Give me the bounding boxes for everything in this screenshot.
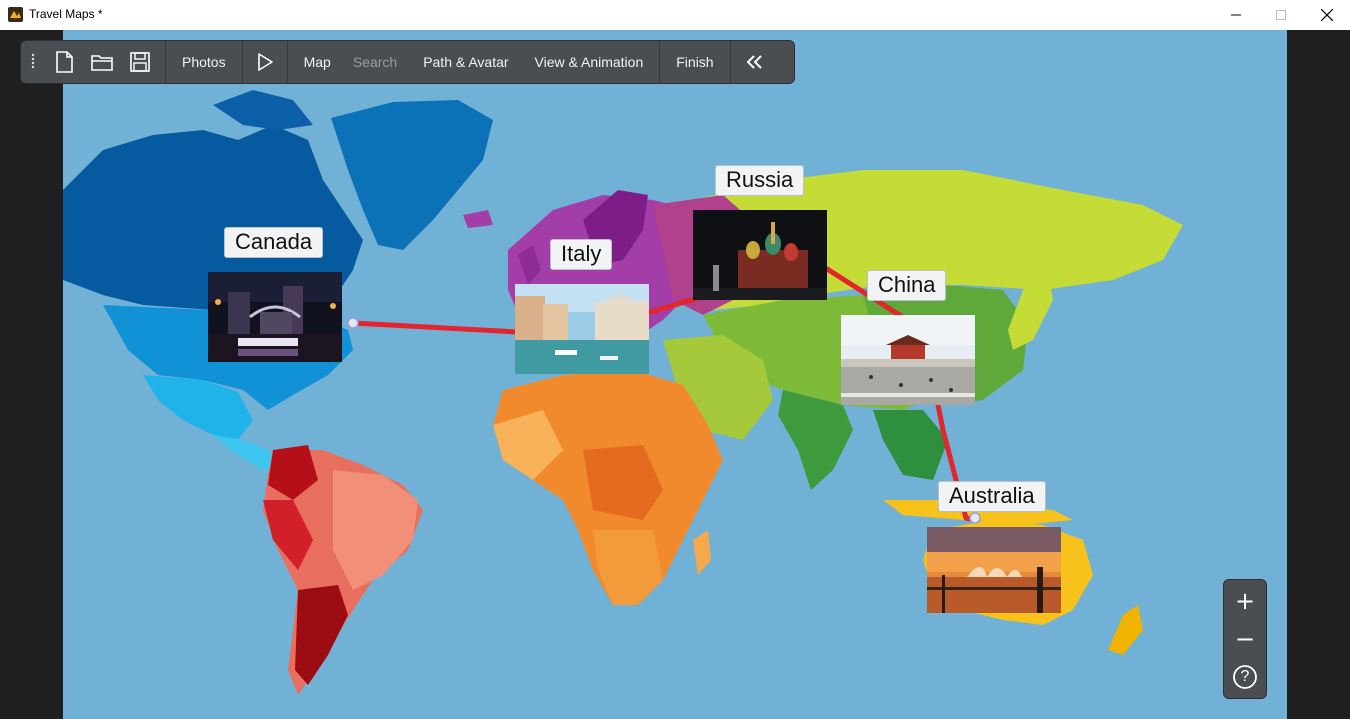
minimize-icon [1231, 14, 1241, 16]
collapse-toolbar-button[interactable] [731, 40, 777, 84]
photo-canada-image [208, 272, 342, 362]
location-label-italy[interactable]: Italy [550, 239, 613, 270]
window-title: Travel Maps * [29, 7, 103, 21]
photo-italy[interactable] [515, 284, 649, 374]
iceland-shape [463, 210, 493, 228]
view-animation-button[interactable]: View & Animation [522, 54, 660, 70]
title-bar: Travel Maps * [0, 0, 1350, 30]
location-label-russia[interactable]: Russia [715, 165, 805, 196]
maximize-button[interactable] [1258, 0, 1304, 30]
main-toolbar: Photos Map Search Path & Avatar View & A… [20, 40, 795, 84]
photo-russia-image [693, 210, 827, 300]
finish-button[interactable]: Finish [660, 54, 729, 70]
search-button[interactable]: Search [342, 54, 410, 70]
play-button[interactable] [243, 40, 287, 84]
path-node-australia-b [969, 512, 981, 524]
canada-islands-shape [213, 90, 313, 130]
new-file-icon [56, 51, 73, 73]
world-map[interactable] [63, 30, 1287, 719]
new-zealand-shape [1108, 605, 1143, 655]
minimize-button[interactable] [1213, 0, 1259, 30]
maximize-icon [1276, 10, 1286, 20]
india-shape [778, 390, 853, 490]
close-icon [1321, 9, 1333, 21]
world-map-graphic [63, 90, 1183, 695]
photo-australia-image [927, 527, 1061, 613]
location-label-canada[interactable]: Canada [224, 227, 324, 258]
drag-handle-icon [31, 53, 35, 69]
photo-australia[interactable] [927, 527, 1061, 613]
double-chevron-left-icon [746, 55, 762, 69]
zoom-out-button[interactable]: − [1224, 620, 1266, 658]
help-button[interactable]: ? [1224, 658, 1266, 696]
path-avatar-button[interactable]: Path & Avatar [410, 54, 521, 70]
path-node-canada [347, 317, 359, 329]
argentina-shape [295, 585, 348, 685]
new-file-button[interactable] [45, 40, 83, 84]
open-folder-button[interactable] [83, 40, 121, 84]
zoom-in-button[interactable]: + [1224, 582, 1266, 620]
central-america-shape [213, 435, 278, 470]
photo-china-image [841, 315, 975, 405]
drag-handle[interactable] [21, 40, 45, 84]
help-symbol: ? [1240, 668, 1250, 685]
save-button[interactable] [121, 40, 159, 84]
photo-canada[interactable] [208, 272, 342, 362]
photos-button[interactable]: Photos [166, 54, 242, 70]
save-icon [130, 52, 150, 72]
photo-italy-image [515, 284, 649, 374]
southern-africa-shape [593, 530, 663, 605]
location-label-china[interactable]: China [867, 270, 947, 301]
location-label-australia[interactable]: Australia [938, 481, 1046, 512]
photo-china[interactable] [841, 315, 975, 405]
folder-icon [91, 55, 113, 71]
southeast-asia-shape [873, 410, 948, 480]
photo-russia[interactable] [693, 210, 827, 300]
madagascar-shape [693, 530, 711, 575]
close-button[interactable] [1304, 0, 1350, 30]
map-button[interactable]: Map [288, 54, 342, 70]
zoom-controls: + − ? [1223, 579, 1267, 699]
play-icon [257, 53, 273, 71]
app-icon [8, 7, 23, 22]
